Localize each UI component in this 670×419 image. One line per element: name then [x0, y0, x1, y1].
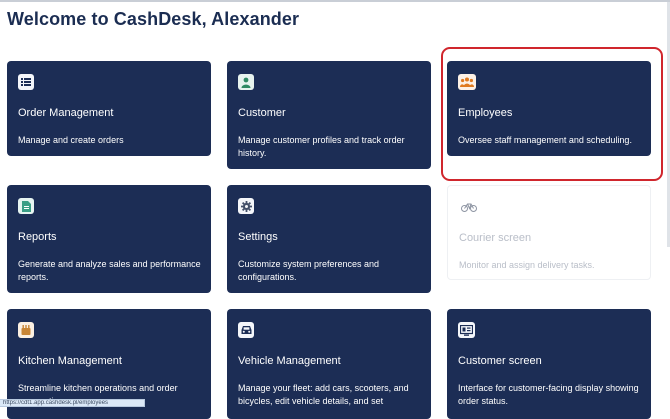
card-description: Generate and analyze sales and performan…: [18, 259, 201, 282]
gear-icon: [238, 198, 254, 214]
card-title: Kitchen Management: [18, 355, 122, 367]
card-customer-screen[interactable]: Customer screen Interface for customer-f…: [447, 309, 651, 419]
card-title: Courier screen: [459, 232, 532, 244]
card-description: Manage your fleet: add cars, scooters, a…: [238, 383, 409, 406]
person-icon: [238, 74, 254, 90]
list-icon: [18, 74, 34, 90]
display-icon: [458, 322, 475, 338]
card-title: Vehicle Management: [238, 355, 341, 367]
card-title: Settings: [238, 231, 278, 243]
card-title: Employees: [458, 107, 513, 119]
page-title: Welcome to CashDesk, Alexander: [7, 9, 300, 29]
card-order-management[interactable]: Order Management Manage and create order…: [7, 61, 211, 156]
card-description: Manage and create orders: [18, 135, 124, 145]
bicycle-icon: [459, 199, 479, 215]
document-icon: [18, 198, 34, 214]
card-title: Reports: [18, 231, 57, 243]
card-reports[interactable]: Reports Generate and analyze sales and p…: [7, 185, 211, 293]
card-employees[interactable]: Employees Oversee staff management and s…: [447, 61, 651, 156]
card-vehicle-management[interactable]: Vehicle Management Manage your fleet: ad…: [227, 309, 431, 419]
status-url: https://cdt1.app.cashdesk.pl/employees: [0, 399, 145, 407]
card-customer[interactable]: Customer Manage customer profiles and tr…: [227, 61, 431, 169]
card-description: Manage customer profiles and track order…: [238, 135, 405, 158]
card-description: Monitor and assign delivery tasks.: [459, 260, 595, 270]
card-title: Customer: [238, 107, 286, 119]
card-title: Order Management: [18, 107, 114, 119]
team-icon: [458, 74, 476, 90]
top-border: [0, 0, 670, 2]
card-courier-screen[interactable]: Courier screen Monitor and assign delive…: [447, 185, 651, 280]
card-description: Oversee staff management and scheduling.: [458, 135, 632, 145]
card-title: Customer screen: [458, 355, 542, 367]
card-description: Interface for customer-facing display sh…: [458, 383, 639, 406]
card-description: Customize system preferences and configu…: [238, 259, 380, 282]
kitchen-icon: [18, 322, 34, 338]
car-icon: [238, 322, 254, 338]
card-settings[interactable]: Settings Customize system preferences an…: [227, 185, 431, 293]
